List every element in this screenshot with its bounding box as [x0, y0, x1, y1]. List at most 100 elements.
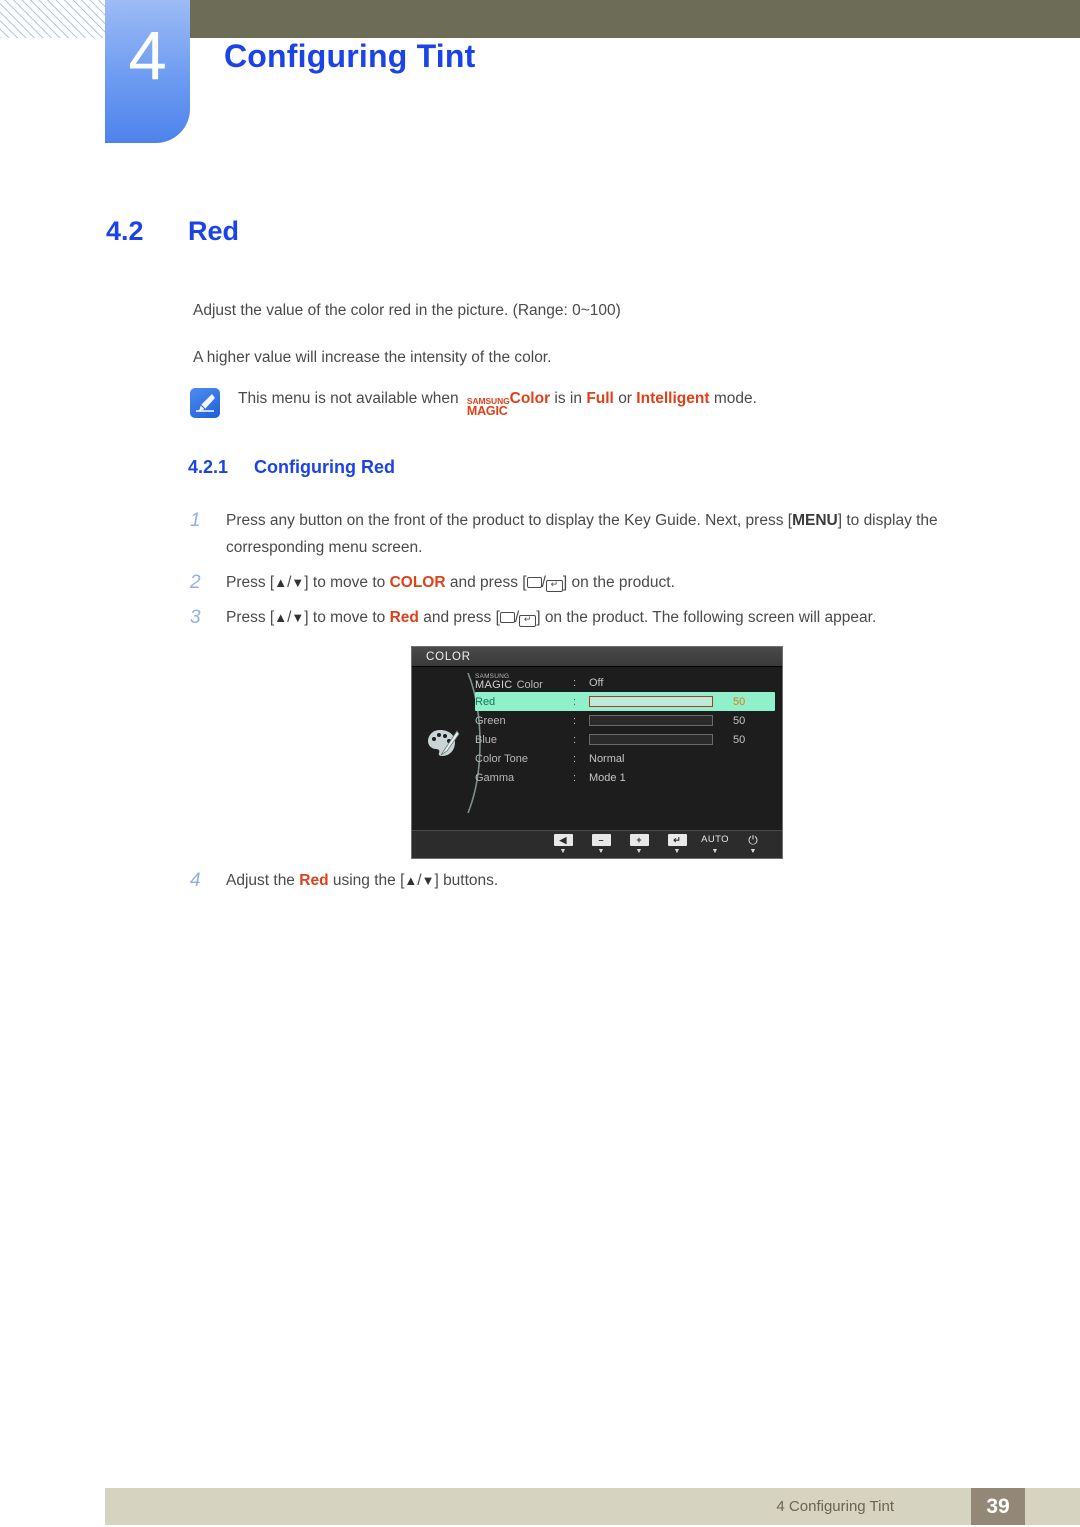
- osd-value-magic-color: Off: [589, 676, 604, 689]
- osd-magic-magic: MAGIC: [475, 679, 513, 692]
- chapter-number: 4: [128, 17, 167, 94]
- power-icon: ⏻: [748, 833, 758, 847]
- footer-page-box: 39: [971, 1488, 1025, 1525]
- step-2-body: Press [▲/▼] to move to COLOR and press […: [226, 569, 675, 596]
- footer-bar: [105, 1488, 1080, 1525]
- osd-colon: :: [573, 752, 577, 765]
- note-text-after: mode.: [713, 390, 757, 407]
- subsection-heading: 4.2.1 Configuring Red: [188, 457, 395, 478]
- osd-label-magic-color: SAMSUNG MAGIC Color: [475, 673, 573, 692]
- magic-color-label: Color: [509, 390, 551, 407]
- up-arrow-icon: ▲: [404, 873, 418, 888]
- osd-row-gamma[interactable]: Gamma : Mode 1: [475, 768, 775, 787]
- step-3-text-a: Press [: [226, 609, 275, 626]
- osd-row-blue[interactable]: Blue : 50: [475, 730, 775, 749]
- osd-label-color-tone: Color Tone: [475, 752, 528, 765]
- auto-button[interactable]: AUTO ▼: [696, 831, 734, 855]
- power-button[interactable]: ⏻ ▼: [734, 831, 772, 855]
- enter-icon: ↵: [667, 834, 687, 846]
- auto-label: AUTO: [701, 834, 729, 845]
- note-text-or: or: [618, 390, 632, 407]
- osd-slider-green[interactable]: 50: [589, 715, 764, 727]
- step-2-text-b: ] to move to: [304, 574, 386, 591]
- manual-page: 4 Configuring Tint 4.2 Red Adjust the va…: [0, 0, 1080, 1527]
- step-2-text-c: and press [: [449, 574, 527, 591]
- osd-row-magic-color[interactable]: SAMSUNG MAGIC Color : Off: [475, 673, 775, 692]
- step-2: 2 Press [▲/▼] to move to COLOR and press…: [190, 569, 675, 596]
- left-arrow-button[interactable]: ◀ ▼: [544, 831, 582, 855]
- step-4-text-a: Adjust the: [226, 872, 295, 889]
- caret-down-icon: ▼: [635, 848, 643, 855]
- osd-label-blue: Blue: [475, 733, 498, 746]
- step-2-target-color: COLOR: [389, 574, 446, 591]
- step-4: 4 Adjust the Red using the [▲/▼] buttons…: [190, 867, 498, 894]
- step-1: 1 Press any button on the front of the p…: [190, 507, 1016, 561]
- osd-value-color-tone: Normal: [589, 752, 625, 765]
- magic-color-logo: SAMSUNG MAGIC: [467, 397, 510, 417]
- mode-full-label: Full: [586, 390, 614, 407]
- section-number: 4.2: [106, 216, 144, 246]
- step-3-text-c: and press [: [423, 609, 500, 626]
- osd-label-gamma: Gamma: [475, 771, 515, 784]
- osd-row-green[interactable]: Green : 50: [475, 711, 775, 730]
- caret-down-icon: ▼: [559, 848, 567, 855]
- step-4-body: Adjust the Red using the [▲/▼] buttons.: [226, 867, 498, 894]
- osd-value-green: 50: [733, 714, 746, 727]
- left-arrow-icon: ◀: [553, 834, 573, 846]
- note-pen-icon: [190, 388, 220, 418]
- osd-slider-track-green: [589, 715, 713, 726]
- step-3-target-red: Red: [389, 609, 419, 626]
- osd-rows: SAMSUNG MAGIC Color : Off Red : 50 Green…: [475, 673, 775, 787]
- osd-value-gamma: Mode 1: [589, 771, 626, 784]
- osd-title: COLOR: [426, 650, 471, 663]
- step-1-key-menu: MENU: [792, 512, 838, 529]
- osd-magic-word: Color: [516, 679, 543, 692]
- osd-slider-blue[interactable]: 50: [589, 734, 764, 746]
- caret-down-icon: ▼: [749, 848, 757, 855]
- osd-screenshot: COLOR SAMSUNG MAGIC Color: Off Red: 50…: [411, 646, 783, 859]
- step-3-text-e: ] on the product. The following screen w…: [536, 609, 877, 626]
- mode-intelligent-label: Intelligent: [636, 390, 710, 407]
- caret-down-icon: ▼: [673, 848, 681, 855]
- step-3-text-b: ] to move to: [304, 609, 386, 626]
- osd-titlebar: COLOR: [412, 647, 782, 667]
- down-arrow-icon: ▼: [291, 610, 305, 625]
- up-arrow-icon: ▲: [274, 575, 288, 590]
- note-row: This menu is not available when SAMSUNG …: [190, 388, 757, 418]
- osd-body: SAMSUNG MAGIC Color : Off Red : 50 Green…: [412, 667, 782, 830]
- minus-icon: –: [591, 834, 611, 846]
- plus-button[interactable]: + ▼: [620, 831, 658, 855]
- step-3-body: Press [▲/▼] to move to Red and press [/ ↵…: [226, 604, 876, 631]
- osd-colon: :: [573, 695, 577, 708]
- step-4-text-b: using the [: [332, 872, 405, 889]
- osd-slider-track-red: [589, 696, 713, 707]
- chapter-title: Configuring Tint: [224, 38, 476, 74]
- header-olive-bar: [188, 0, 1080, 38]
- minus-button[interactable]: – ▼: [582, 831, 620, 855]
- step-1-body: Press any button on the front of the pro…: [226, 507, 1016, 561]
- note-text-mid: is in: [554, 390, 582, 407]
- note-text-before: This menu is not available when: [238, 390, 459, 407]
- up-arrow-icon: ▲: [274, 610, 288, 625]
- osd-row-color-tone[interactable]: Color Tone : Normal: [475, 749, 775, 768]
- osd-colon: :: [573, 771, 577, 784]
- footer-page-number: 39: [986, 1494, 1010, 1518]
- subsection-number: 4.2.1: [188, 457, 229, 477]
- osd-row-red[interactable]: Red : 50: [475, 692, 775, 711]
- step-4-number: 4: [190, 870, 201, 891]
- down-arrow-icon: ▼: [291, 575, 305, 590]
- osd-slider-track-blue: [589, 734, 713, 745]
- osd-colon: :: [573, 676, 577, 689]
- step-1-number: 1: [190, 510, 201, 531]
- plus-icon: +: [629, 834, 649, 846]
- enter-rect-icon: ↵: [545, 580, 563, 592]
- osd-slider-red[interactable]: 50: [589, 696, 764, 708]
- step-3: 3 Press [▲/▼] to move to Red and press […: [190, 604, 876, 631]
- osd-label-green: Green: [475, 714, 506, 727]
- enter-button[interactable]: ↵ ▼: [658, 831, 696, 855]
- osd-colon: :: [573, 733, 577, 746]
- section-heading: 4.2 Red: [106, 216, 239, 247]
- osd-value-red: 50: [733, 695, 746, 708]
- footer-chapter-label: 4 Configuring Tint: [776, 1498, 894, 1515]
- step-2-number: 2: [190, 572, 201, 593]
